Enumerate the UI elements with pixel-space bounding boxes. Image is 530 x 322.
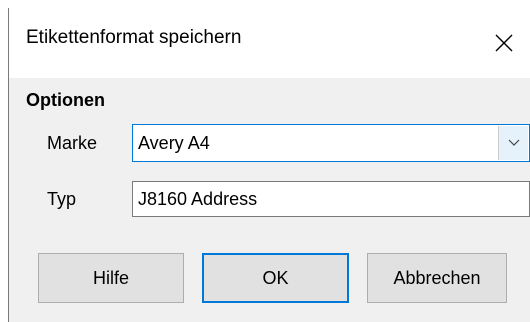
brand-label: Marke bbox=[47, 133, 98, 153]
type-label: Typ bbox=[47, 189, 77, 209]
dialog-title: Etikettenformat speichern bbox=[26, 27, 242, 48]
label-format-dialog: Etikettenformat speichern Optionen Marke… bbox=[8, 8, 530, 322]
brand-select[interactable]: Avery A4 bbox=[132, 124, 530, 162]
options-section-title: Optionen bbox=[26, 90, 105, 110]
chevron-down-icon bbox=[508, 139, 519, 146]
brand-dropdown-button[interactable] bbox=[498, 126, 528, 160]
ok-button[interactable]: OK bbox=[202, 253, 349, 303]
close-icon bbox=[495, 34, 513, 52]
title-bar: Etikettenformat speichern bbox=[9, 8, 530, 78]
close-button[interactable] bbox=[478, 8, 530, 78]
help-button[interactable]: Hilfe bbox=[38, 253, 184, 303]
brand-select-value: Avery A4 bbox=[138, 133, 210, 153]
type-input[interactable] bbox=[132, 181, 530, 217]
cancel-button[interactable]: Abbrechen bbox=[367, 253, 507, 303]
